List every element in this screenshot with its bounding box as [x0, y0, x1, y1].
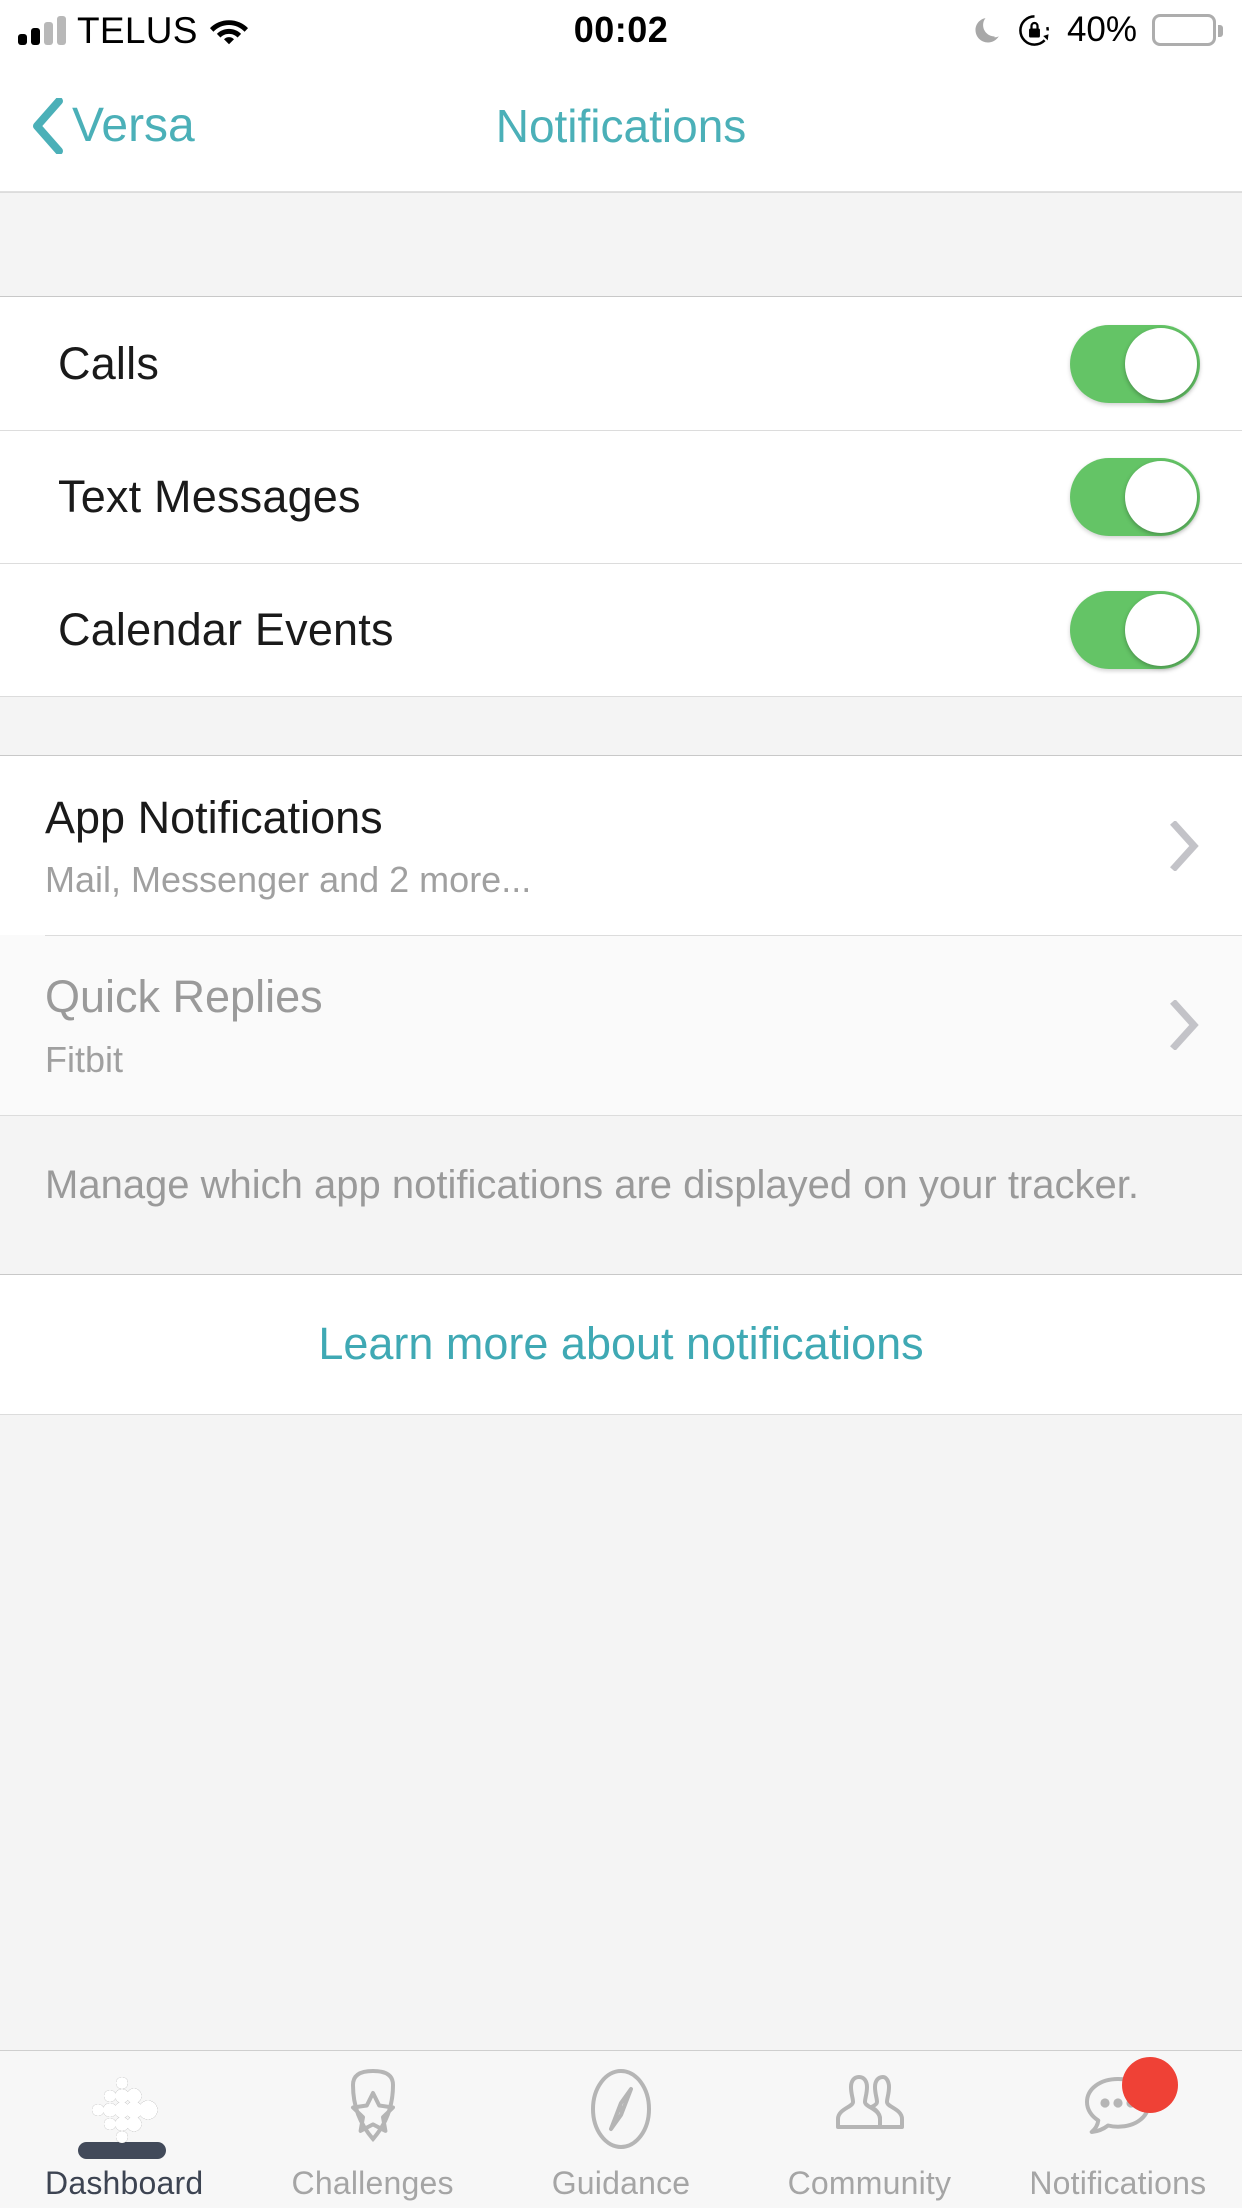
section-spacer-middle [0, 696, 1242, 756]
setting-row-calendar-events[interactable]: Calendar Events [0, 563, 1242, 696]
tab-guidance[interactable]: Guidance [497, 2051, 745, 2208]
setting-row-app-notifications[interactable]: App Notifications Mail, Messenger and 2 … [0, 756, 1242, 935]
setting-label: Calls [58, 338, 159, 390]
tab-label: Notifications [1029, 2165, 1206, 2202]
bottom-tab-bar: Dashboard Challenges Guidance [0, 2050, 1242, 2208]
tab-label: Challenges [292, 2165, 454, 2202]
setting-row-text-messages[interactable]: Text Messages [0, 430, 1242, 563]
star-shield-icon [327, 2063, 419, 2155]
battery-icon [1152, 14, 1222, 47]
setting-label: Text Messages [58, 471, 361, 523]
settings-content: Calls Text Messages Calendar Events App … [0, 192, 1242, 2050]
rotation-lock-icon [1017, 13, 1052, 48]
calls-toggle[interactable] [1070, 325, 1200, 403]
status-bar: TELUS 00:02 [0, 0, 1242, 60]
setting-label: Calendar Events [58, 604, 394, 656]
disclosure-settings-group: App Notifications Mail, Messenger and 2 … [0, 756, 1242, 1115]
battery-percent-label: 40% [1067, 10, 1137, 50]
learn-more-link[interactable]: Learn more about notifications [0, 1275, 1242, 1415]
status-bar-right: 40% [969, 0, 1222, 60]
disclosure-title: App Notifications [45, 790, 1142, 846]
speech-bubble-dots-icon [1072, 2063, 1164, 2155]
tab-label: Dashboard [45, 2165, 203, 2202]
section-footer-note: Manage which app notifications are displ… [0, 1115, 1242, 1275]
tab-label: Guidance [552, 2165, 691, 2202]
moon-do-not-disturb-icon [969, 14, 1002, 47]
learn-more-label: Learn more about notifications [318, 1318, 923, 1370]
text-messages-toggle[interactable] [1070, 458, 1200, 536]
chevron-right-icon [1170, 821, 1200, 871]
tab-challenges[interactable]: Challenges [248, 2051, 496, 2208]
compass-icon [575, 2063, 667, 2155]
chevron-right-icon [1170, 1000, 1200, 1050]
setting-row-calls[interactable]: Calls [0, 297, 1242, 430]
tab-notifications[interactable]: Notifications [994, 2051, 1242, 2208]
tab-community[interactable]: Community [745, 2051, 993, 2208]
calendar-events-toggle[interactable] [1070, 591, 1200, 669]
navigation-bar: Versa Notifications [0, 60, 1242, 192]
disclosure-subtitle: Fitbit [45, 1038, 1142, 1081]
fitbit-logo-icon [78, 2063, 170, 2155]
toggle-settings-group: Calls Text Messages Calendar Events [0, 297, 1242, 696]
notifications-badge [1122, 2057, 1178, 2113]
setting-row-quick-replies[interactable]: Quick Replies Fitbit [0, 935, 1242, 1114]
tab-label: Community [788, 2165, 952, 2202]
section-spacer-top [0, 192, 1242, 297]
disclosure-subtitle: Mail, Messenger and 2 more... [45, 858, 1142, 901]
people-icon [823, 2063, 915, 2155]
disclosure-title: Quick Replies [45, 969, 1142, 1025]
tab-dashboard[interactable]: Dashboard [0, 2051, 248, 2208]
note-text: Manage which app notifications are displ… [45, 1160, 1197, 1210]
app-screen: TELUS 00:02 [0, 0, 1242, 2208]
page-title: Notifications [0, 60, 1242, 192]
